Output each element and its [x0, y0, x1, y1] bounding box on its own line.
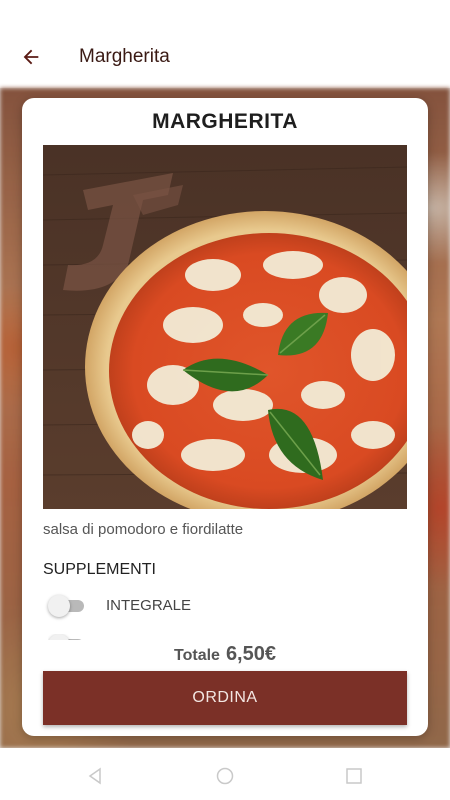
toggle-thumb [48, 595, 70, 617]
arrow-left-icon [23, 49, 39, 65]
supplement-toggle-2[interactable] [48, 634, 84, 640]
total-row: Totale 6,50€ [22, 643, 428, 669]
app-bar: Margherita [0, 0, 450, 88]
supplements-heading: SUPPLEMENTI [43, 561, 156, 578]
pizza-photo [43, 145, 407, 509]
total-label: Totale [174, 647, 220, 664]
supplement-label-integrale: INTEGRALE [106, 597, 192, 614]
product-description: salsa di pomodoro e fiordilatte [43, 521, 244, 538]
nav-recents-icon [346, 768, 362, 784]
product-card: MARGHERITA salsa di pomodoro e fiordilat… [22, 98, 428, 736]
order-button[interactable]: ORDINA [43, 671, 407, 725]
total-value: 6,50€ [225, 643, 276, 665]
system-nav-bar [0, 748, 450, 800]
supplement-toggle-integrale[interactable] [48, 595, 84, 617]
toggle-thumb [48, 634, 70, 640]
nav-recents-button[interactable] [342, 764, 366, 788]
back-button[interactable] [14, 40, 48, 74]
page-title: Margherita [79, 46, 170, 67]
nav-home-button[interactable] [213, 764, 237, 788]
nav-back-button[interactable] [84, 764, 108, 788]
nav-back-icon [88, 767, 101, 785]
product-name: MARGHERITA [152, 110, 298, 133]
nav-home-icon [216, 767, 234, 785]
